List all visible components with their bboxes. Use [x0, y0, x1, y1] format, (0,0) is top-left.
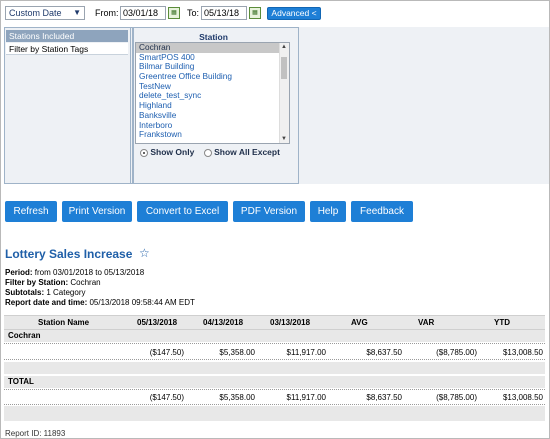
show-mode-radios: Show Only Show All Except: [140, 147, 280, 157]
date-range-value: Custom Date: [9, 8, 62, 18]
row-divider: [4, 404, 545, 405]
scroll-up-icon[interactable]: ▲: [281, 44, 287, 50]
listbox-scrollbar[interactable]: ▲ ▼: [279, 43, 289, 143]
print-version-button[interactable]: Print Version: [62, 201, 132, 222]
spacer-row: [4, 362, 545, 374]
cell-value: ($8,785.00): [436, 348, 477, 357]
filter-line: Filter by Station: Cochran: [5, 278, 101, 287]
report-datetime-line: Report date and time: 05/13/2018 09:58:4…: [5, 298, 195, 307]
divider: [132, 28, 134, 183]
calendar-icon[interactable]: ▦: [249, 7, 261, 19]
column-header: VAR: [418, 318, 435, 327]
star-icon[interactable]: ☆: [139, 246, 150, 260]
to-label: To:: [187, 8, 200, 18]
cell-value: $11,917.00: [286, 348, 326, 357]
tab-filter-by-station-tags[interactable]: Filter by Station Tags: [6, 43, 128, 55]
convert-to-excel-button[interactable]: Convert to Excel: [137, 201, 228, 222]
cell-value: $5,358.00: [219, 348, 255, 357]
to-date-input[interactable]: 05/13/18: [201, 6, 247, 20]
cell-value: $5,358.00: [219, 393, 255, 402]
help-button[interactable]: Help: [310, 201, 346, 222]
report-datetime-value: 05/13/2018 09:58:44 AM EDT: [89, 298, 195, 307]
table-header: Station Name 05/13/2018 04/13/2018 03/13…: [4, 315, 545, 330]
cell-value: ($147.50): [149, 393, 184, 402]
group-row-cochran: Cochran: [4, 330, 545, 342]
feedback-button[interactable]: Feedback: [351, 201, 413, 222]
scroll-down-icon[interactable]: ▼: [281, 136, 287, 142]
row-divider: [4, 389, 545, 390]
subtotals-value: 1 Category: [46, 288, 86, 297]
chevron-down-icon: ▼: [73, 8, 81, 17]
total-row: TOTAL: [4, 376, 545, 388]
column-header: Station Name: [38, 318, 90, 327]
cell-value: ($8,785.00): [436, 393, 477, 402]
station-listbox[interactable]: Cochran SmartPOS 400 Bilmar Building Gre…: [135, 42, 290, 144]
report-title: Lottery Sales Increase: [5, 247, 133, 261]
table-footer: [4, 406, 545, 421]
cell-value: $13,008.50: [502, 348, 543, 357]
cell-value: $8,637.50: [366, 393, 402, 402]
subtotals-line: Subtotals: 1 Category: [5, 288, 85, 297]
refresh-button[interactable]: Refresh: [5, 201, 57, 222]
tab-stations-included[interactable]: Stations Included: [6, 30, 128, 42]
column-header: 03/13/2018: [270, 318, 311, 327]
period-line: Period: from 03/01/2018 to 05/13/2018: [5, 268, 144, 277]
column-header: 05/13/2018: [137, 318, 178, 327]
period-label: Period:: [5, 268, 33, 277]
row-divider: [4, 343, 545, 344]
report-id: Report ID: 11893: [5, 429, 66, 438]
column-header: YTD: [494, 318, 510, 327]
cell-value: $13,008.50: [502, 393, 543, 402]
show-only-label: Show Only: [150, 147, 195, 157]
cell-value: $11,917.00: [286, 393, 326, 402]
calendar-icon[interactable]: ▦: [168, 7, 180, 19]
show-all-except-radio[interactable]: [203, 148, 212, 157]
from-label: From:: [95, 8, 119, 18]
column-header: 04/13/2018: [203, 318, 244, 327]
cell-value: ($147.50): [149, 348, 184, 357]
filter-value: Cochran: [70, 278, 101, 287]
cell-value: $8,637.50: [366, 348, 402, 357]
group-label: Cochran: [8, 331, 41, 340]
show-all-except-label: Show All Except: [214, 147, 280, 157]
period-value: from 03/01/2018 to 05/13/2018: [34, 268, 145, 277]
filter-label: Filter by Station:: [5, 278, 69, 287]
scrollbar-thumb[interactable]: [281, 57, 287, 79]
advanced-button[interactable]: Advanced <: [267, 7, 321, 20]
subtotals-label: Subtotals:: [5, 288, 45, 297]
column-header: AVG: [351, 318, 368, 327]
list-item[interactable]: Frankstown: [136, 129, 289, 140]
report-datetime-label: Report date and time:: [5, 298, 88, 307]
total-label: TOTAL: [8, 377, 34, 386]
station-header: Station: [199, 32, 228, 42]
date-range-select[interactable]: Custom Date ▼: [5, 6, 85, 20]
pdf-version-button[interactable]: PDF Version: [233, 201, 305, 222]
panel-background: [299, 27, 549, 184]
show-only-radio[interactable]: [140, 148, 148, 157]
filter-tabs: Stations Included Filter by Station Tags: [5, 28, 131, 183]
station-filter-panel: Stations Included Filter by Station Tags…: [4, 27, 299, 184]
from-date-input[interactable]: 03/01/18: [120, 6, 166, 20]
row-divider: [4, 359, 545, 360]
